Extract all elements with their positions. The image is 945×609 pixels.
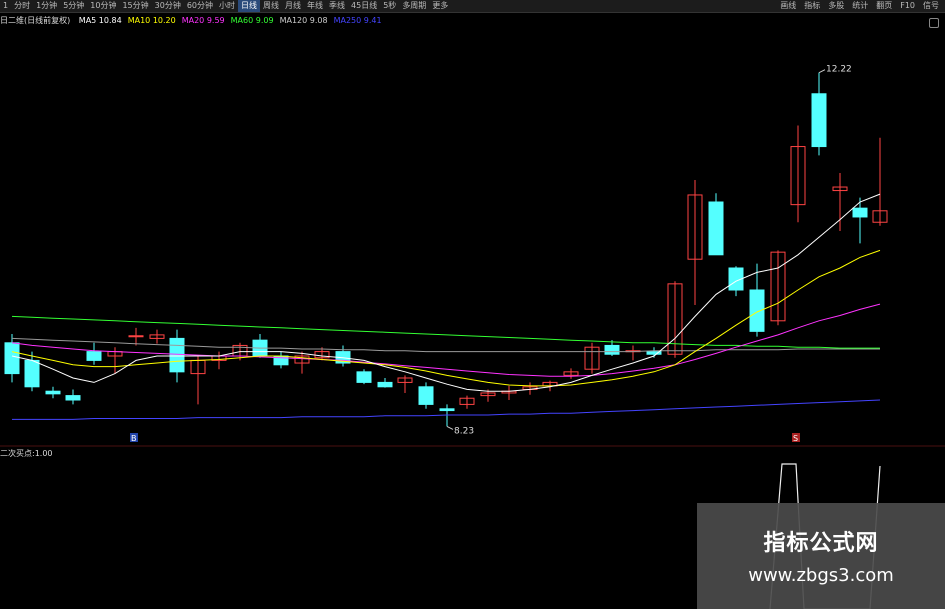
ma120-line bbox=[11, 337, 880, 353]
candle-body bbox=[439, 408, 455, 412]
candle-body bbox=[604, 344, 620, 355]
low-pointer bbox=[446, 425, 454, 430]
candle-body bbox=[65, 395, 81, 401]
candle-body bbox=[24, 359, 40, 388]
watermark-title: 指标公式网 bbox=[763, 531, 879, 556]
candle-body bbox=[356, 371, 372, 383]
buy-signal-label: B bbox=[131, 434, 137, 443]
candle-body bbox=[749, 289, 765, 332]
candle-body bbox=[128, 335, 144, 338]
candle-body bbox=[852, 207, 868, 218]
low-label: 8.23 bbox=[454, 426, 474, 436]
sub-indicator-label: 二次买点 bbox=[0, 449, 32, 458]
candle-body bbox=[45, 390, 61, 395]
watermark: 指标公式网 www.zbgs3.com bbox=[697, 503, 945, 609]
candle-body bbox=[811, 93, 827, 148]
candle-body bbox=[377, 381, 393, 388]
candle-body bbox=[418, 386, 434, 405]
high-label: 12.22 bbox=[826, 65, 852, 75]
sub-indicator-legend: 二次买点:1.00 bbox=[0, 449, 53, 458]
sub-indicator-value: 1.00 bbox=[34, 449, 53, 458]
candle-body bbox=[86, 351, 102, 361]
candle-body bbox=[708, 201, 724, 256]
candle-body bbox=[4, 342, 20, 375]
sell-signal-label: S bbox=[793, 434, 798, 443]
high-pointer bbox=[818, 69, 826, 74]
watermark-url: www.zbgs3.com bbox=[748, 565, 894, 586]
candle-body bbox=[169, 337, 185, 373]
